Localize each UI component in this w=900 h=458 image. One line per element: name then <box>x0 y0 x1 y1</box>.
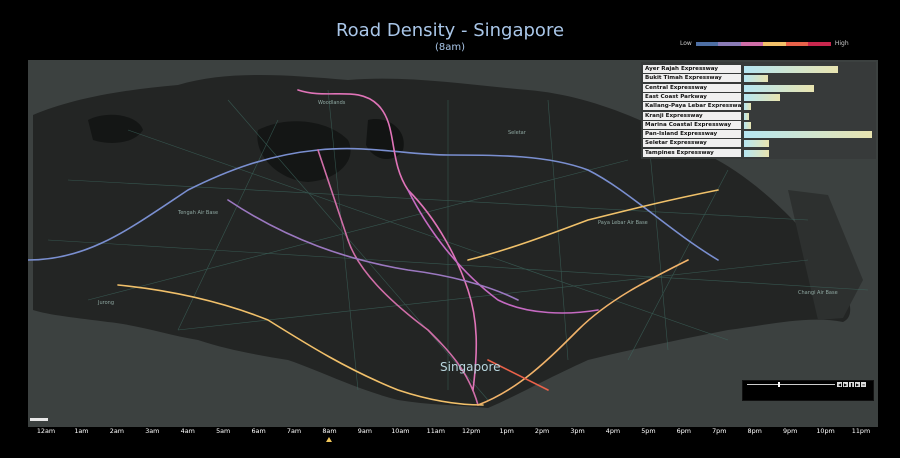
city-label: Singapore <box>440 360 501 374</box>
step-forward-icon[interactable]: ▶ <box>855 382 860 387</box>
bar-label: Kranji Expressway <box>643 111 741 120</box>
bar-label: Central Expressway <box>643 83 741 92</box>
bar[interactable] <box>744 93 780 101</box>
timeline-hour-label[interactable]: 6am <box>251 427 265 435</box>
timeline-hour-label[interactable]: 11am <box>427 427 445 435</box>
bar-row[interactable]: Seletar Expressway <box>641 139 876 148</box>
bar[interactable] <box>744 66 838 73</box>
bar[interactable] <box>744 103 751 111</box>
bar-label: Bukit Timah Expressway <box>643 74 741 83</box>
bar-label: Kallang-Paya Lebar Expressway <box>643 102 741 111</box>
timeline-hour-label[interactable]: 2pm <box>535 427 549 435</box>
bar-label: Ayer Rajah Expressway <box>643 65 741 73</box>
legend-low-label: Low <box>680 40 692 47</box>
bar-label: Seletar Expressway <box>643 139 741 148</box>
legend-color-swatch <box>808 41 831 46</box>
place-label: Seletar <box>508 130 526 136</box>
timeline-hour-label[interactable]: 10pm <box>816 427 834 435</box>
timeline-hour-label[interactable]: 4am <box>181 427 195 435</box>
bar-row[interactable]: Tampines Expressway <box>641 148 876 158</box>
step-back-icon[interactable]: ◀ <box>837 382 842 387</box>
timeline-hour-label[interactable]: 9pm <box>783 427 797 435</box>
playback-controls[interactable]: ◀ ▶ ❚ ▶ ≡ <box>742 380 874 401</box>
timeline-hour-label[interactable]: 5am <box>216 427 230 435</box>
legend-color-swatch <box>785 41 809 46</box>
bar-label: Marina Coastal Expressway <box>643 120 741 129</box>
timeline-hour-label[interactable]: 9am <box>358 427 372 435</box>
scale-bar <box>30 418 48 421</box>
bar-row[interactable]: Central Expressway <box>641 83 876 93</box>
place-label: Tengah Air Base <box>178 210 219 216</box>
bar-row[interactable]: Ayer Rajah Expressway <box>641 65 876 74</box>
speed-icon[interactable]: ≡ <box>861 382 866 387</box>
legend-color-swatch <box>763 41 786 46</box>
timeline-hour-label[interactable]: 7am <box>287 427 301 435</box>
timeline-hour-label[interactable]: 11pm <box>852 427 870 435</box>
timeline-hour-label[interactable]: 5pm <box>641 427 655 435</box>
timeline-hour-label[interactable]: 3am <box>145 427 159 435</box>
color-legend: Low High <box>680 40 849 47</box>
bar[interactable] <box>744 75 768 83</box>
bar-label: Tampines Expressway <box>643 148 741 157</box>
pause-icon[interactable]: ❚ <box>849 382 854 387</box>
bar[interactable] <box>744 84 814 92</box>
bar-row[interactable]: East Coast Parkway <box>641 92 876 102</box>
timeline-selected-marker[interactable] <box>326 437 333 442</box>
timeline-hour-label[interactable]: 6pm <box>677 427 691 435</box>
bar-row[interactable]: Kranji Expressway <box>641 111 876 121</box>
bar-row[interactable]: Marina Coastal Expressway <box>641 120 876 130</box>
bar[interactable] <box>744 140 769 148</box>
hour-timeline[interactable]: 12am 1am 2am 3am 4am 5am 6am 7am 8am 9am 10am 11am 1… <box>28 427 878 458</box>
bar[interactable] <box>744 131 872 139</box>
timeline-hour-label[interactable]: 2am <box>110 427 124 435</box>
legend-color-swatch <box>718 41 741 46</box>
timeline-hour-label[interactable]: 8pm <box>748 427 762 435</box>
place-label: Woodlands <box>318 100 346 106</box>
place-label: Jurong <box>98 300 114 306</box>
timeline-hour-label[interactable]: 8am <box>322 427 336 435</box>
timeline-hour-label[interactable]: 1pm <box>499 427 513 435</box>
legend-gradient-bar <box>695 41 831 46</box>
playback-slider-handle[interactable] <box>777 382 780 387</box>
bar[interactable] <box>744 149 769 157</box>
timeline-hour-label[interactable]: 12am <box>37 427 55 435</box>
timeline-hour-label[interactable]: 4pm <box>606 427 620 435</box>
page-title: Road Density - Singapore <box>335 20 565 41</box>
timeline-hour-label[interactable]: 10am <box>391 427 409 435</box>
bar-label: Pan-Island Expressway <box>643 130 741 139</box>
bar[interactable] <box>744 121 751 129</box>
timeline-hour-label[interactable]: 3pm <box>570 427 584 435</box>
place-label: Paya Lebar Air Base <box>598 220 648 226</box>
bar[interactable] <box>744 112 749 120</box>
timeline-hour-label[interactable]: 12pm <box>462 427 480 435</box>
expressway-density-panel: Ayer Rajah Expressway Bukit Timah Express… <box>641 62 876 159</box>
bar-row[interactable]: Kallang-Paya Lebar Expressway <box>641 102 876 111</box>
legend-color-swatch <box>740 41 764 46</box>
playback-track[interactable] <box>747 384 835 385</box>
legend-high-label: High <box>834 40 849 47</box>
place-label: Changi Air Base <box>798 290 838 296</box>
play-icon[interactable]: ▶ <box>843 382 848 387</box>
timeline-hour-label[interactable]: 7pm <box>712 427 726 435</box>
bar-row[interactable]: Bukit Timah Expressway <box>641 74 876 83</box>
bar-row[interactable]: Pan-Island Expressway <box>641 130 876 139</box>
legend-color-swatch <box>695 41 719 46</box>
timeline-hour-label[interactable]: 1am <box>74 427 88 435</box>
bar-label: East Coast Parkway <box>643 92 741 101</box>
